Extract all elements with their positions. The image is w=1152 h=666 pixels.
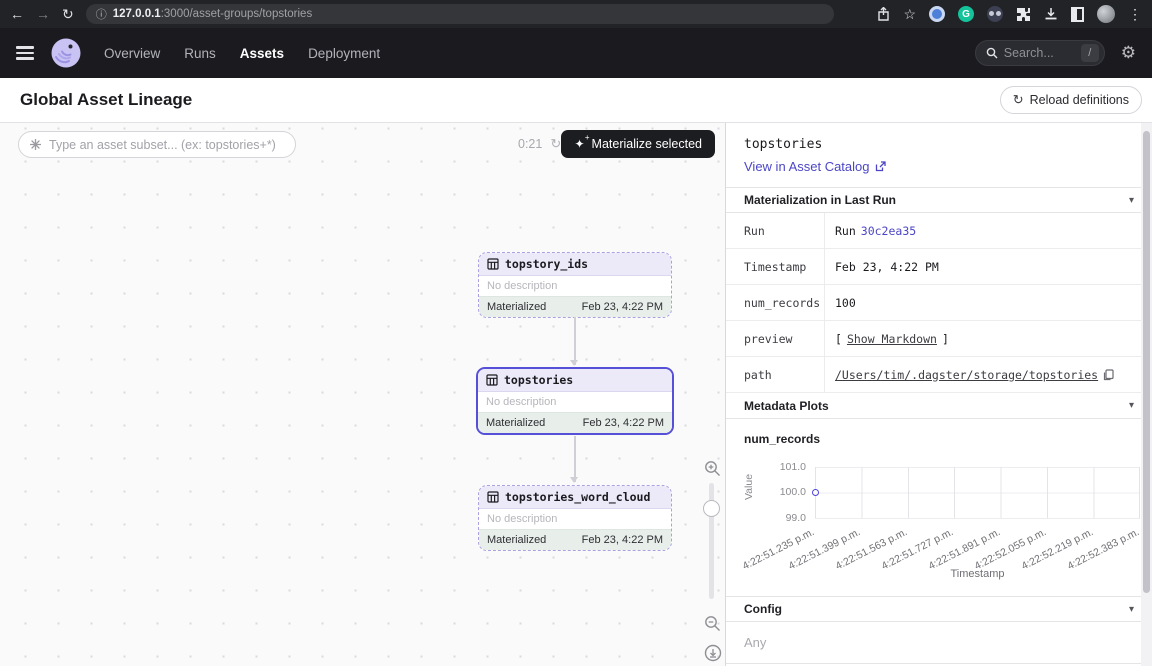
reload-definitions-button[interactable]: ↻ Reload definitions xyxy=(1000,86,1142,114)
asset-subset-filter[interactable] xyxy=(18,131,296,158)
asset-node-status: Materialized xyxy=(487,534,546,546)
browser-menu-kebab-icon[interactable]: ⋮ xyxy=(1128,7,1142,21)
lineage-edge xyxy=(574,436,576,482)
nav-items: Overview Runs Assets Deployment xyxy=(104,46,380,61)
asset-node-description: No description xyxy=(479,509,671,529)
external-link-icon xyxy=(875,161,886,172)
table-icon xyxy=(487,491,499,503)
url-host: 127.0.0.1 xyxy=(113,8,161,20)
run-id-link[interactable]: 30c2ea35 xyxy=(861,224,916,238)
dagster-logo[interactable] xyxy=(50,37,82,69)
table-row-run: Run Run 30c2ea35 xyxy=(726,213,1152,249)
page-title: Global Asset Lineage xyxy=(20,90,192,110)
browser-forward-icon[interactable]: → xyxy=(36,7,50,21)
browser-reload-icon[interactable]: ↻ xyxy=(62,7,74,21)
asset-node-name: topstory_ids xyxy=(505,257,588,271)
section-config[interactable]: Config ▾ xyxy=(726,596,1152,622)
zoom-in-icon[interactable] xyxy=(704,460,721,477)
asset-name: topstories xyxy=(744,137,1127,152)
downloads-icon[interactable] xyxy=(1044,7,1058,21)
app-nav: Overview Runs Assets Deployment / ⚙ xyxy=(0,28,1152,78)
copy-icon[interactable] xyxy=(1103,369,1114,381)
nav-item-runs[interactable]: Runs xyxy=(184,46,216,61)
table-row-num-records: num_records 100 xyxy=(726,285,1152,321)
asset-filter-icon xyxy=(29,138,42,151)
lineage-edge xyxy=(574,317,576,365)
chevron-down-icon: ▾ xyxy=(1129,195,1134,206)
url-path: :3000/asset-groups/topstories xyxy=(161,8,313,20)
asset-node-timestamp: Feb 23, 4:22 PM xyxy=(583,417,664,429)
asset-node-timestamp: Feb 23, 4:22 PM xyxy=(582,534,663,546)
materialization-table: Run Run 30c2ea35 Timestamp Feb 23, 4:22 … xyxy=(726,213,1152,393)
plot-area xyxy=(815,467,1140,519)
reload-icon: ↻ xyxy=(1013,92,1024,108)
browser-back-icon[interactable]: ← xyxy=(10,7,24,21)
zoom-slider-handle[interactable] xyxy=(703,500,720,517)
reading-mode-icon[interactable] xyxy=(1071,7,1084,22)
section-metadata-plots[interactable]: Metadata Plots ▾ xyxy=(726,393,1152,419)
bookmark-star-icon[interactable]: ☆ xyxy=(903,7,916,21)
address-bar[interactable]: ⓘ 127.0.0.1:3000/asset-groups/topstories xyxy=(86,4,834,24)
config-value: Any xyxy=(744,635,1127,650)
panel-scrollbar[interactable] xyxy=(1141,123,1152,666)
browser-toolbar: ← → ↻ ⓘ 127.0.0.1:3000/asset-groups/tops… xyxy=(0,0,1152,28)
table-icon xyxy=(487,258,499,270)
nav-item-assets[interactable]: Assets xyxy=(240,46,284,61)
nav-item-deployment[interactable]: Deployment xyxy=(308,46,380,61)
global-search[interactable]: / xyxy=(975,40,1105,66)
y-tick: 100.0 xyxy=(744,486,806,498)
search-icon xyxy=(986,47,998,59)
extension-grammarly-icon[interactable]: G xyxy=(958,6,974,22)
refresh-icon[interactable]: ↻ xyxy=(550,136,561,152)
chevron-down-icon: ▾ xyxy=(1129,400,1134,411)
materialize-sparkle-icon: ✦ xyxy=(574,137,584,151)
table-icon xyxy=(486,374,498,386)
zoom-fit-icon[interactable] xyxy=(704,644,722,662)
asset-subset-input[interactable] xyxy=(49,138,279,152)
extensions-puzzle-icon[interactable] xyxy=(1016,7,1031,22)
asset-detail-panel: topstories View in Asset Catalog Materia… xyxy=(726,123,1152,666)
view-in-asset-catalog-link[interactable]: View in Asset Catalog xyxy=(744,159,1127,174)
asset-node-description: No description xyxy=(478,392,672,412)
asset-node-topstories[interactable]: topstories No description Materialized F… xyxy=(476,367,674,435)
settings-gear-icon[interactable]: ⚙ xyxy=(1121,43,1136,63)
table-row-preview: preview [Show Markdown] xyxy=(726,321,1152,357)
path-link[interactable]: /Users/tim/.dagster/storage/topstories xyxy=(835,368,1098,382)
plot-title: num_records xyxy=(744,432,1127,446)
data-point[interactable] xyxy=(812,489,819,496)
show-markdown-link[interactable]: Show Markdown xyxy=(847,332,937,346)
y-tick: 99.0 xyxy=(744,512,806,524)
materialize-selected-button[interactable]: ✦ Materialize selected xyxy=(561,130,715,158)
site-info-icon[interactable]: ⓘ xyxy=(96,6,107,22)
asset-node-status: Materialized xyxy=(487,301,546,313)
asset-node-name: topstories xyxy=(504,373,573,387)
section-materialization-last-run[interactable]: Materialization in Last Run ▾ xyxy=(726,187,1152,213)
asset-node-topstories-word-cloud[interactable]: topstories_word_cloud No description Mat… xyxy=(478,485,672,551)
asset-node-status: Materialized xyxy=(486,417,545,429)
table-row-timestamp: Timestamp Feb 23, 4:22 PM xyxy=(726,249,1152,285)
hamburger-menu-icon[interactable] xyxy=(16,46,34,60)
asset-node-timestamp: Feb 23, 4:22 PM xyxy=(582,301,663,313)
asset-node-topstory-ids[interactable]: topstory_ids No description Materialized… xyxy=(478,252,672,318)
page-header: Global Asset Lineage ↻ Reload definition… xyxy=(0,78,1152,123)
refresh-countdown: 0:21 ↻ xyxy=(518,136,561,152)
nav-item-overview[interactable]: Overview xyxy=(104,46,160,61)
extension-clock-icon[interactable] xyxy=(929,6,945,22)
search-shortcut-badge: / xyxy=(1081,44,1099,62)
countdown-value: 0:21 xyxy=(518,137,542,151)
share-icon[interactable] xyxy=(877,7,890,21)
table-row-path: path /Users/tim/.dagster/storage/topstor… xyxy=(726,357,1152,393)
asset-lineage-graph[interactable]: 0:21 ↻ ✦ Materialize selected topstory_i… xyxy=(0,123,726,666)
x-axis-label: Timestamp xyxy=(815,568,1140,580)
zoom-out-icon[interactable] xyxy=(704,615,721,632)
num-records-chart: Value 101.0 100.0 99.0 4:22:51.235 p.m. … xyxy=(744,448,1127,584)
asset-node-name: topstories_word_cloud xyxy=(505,490,650,504)
chevron-down-icon: ▾ xyxy=(1129,604,1134,615)
panel-scrollbar-thumb[interactable] xyxy=(1143,131,1150,593)
browser-profile-avatar[interactable] xyxy=(1097,5,1115,23)
extension-goggles-icon[interactable] xyxy=(987,6,1003,22)
y-tick: 101.0 xyxy=(744,461,806,473)
asset-node-description: No description xyxy=(479,276,671,296)
search-input[interactable] xyxy=(1004,46,1074,60)
